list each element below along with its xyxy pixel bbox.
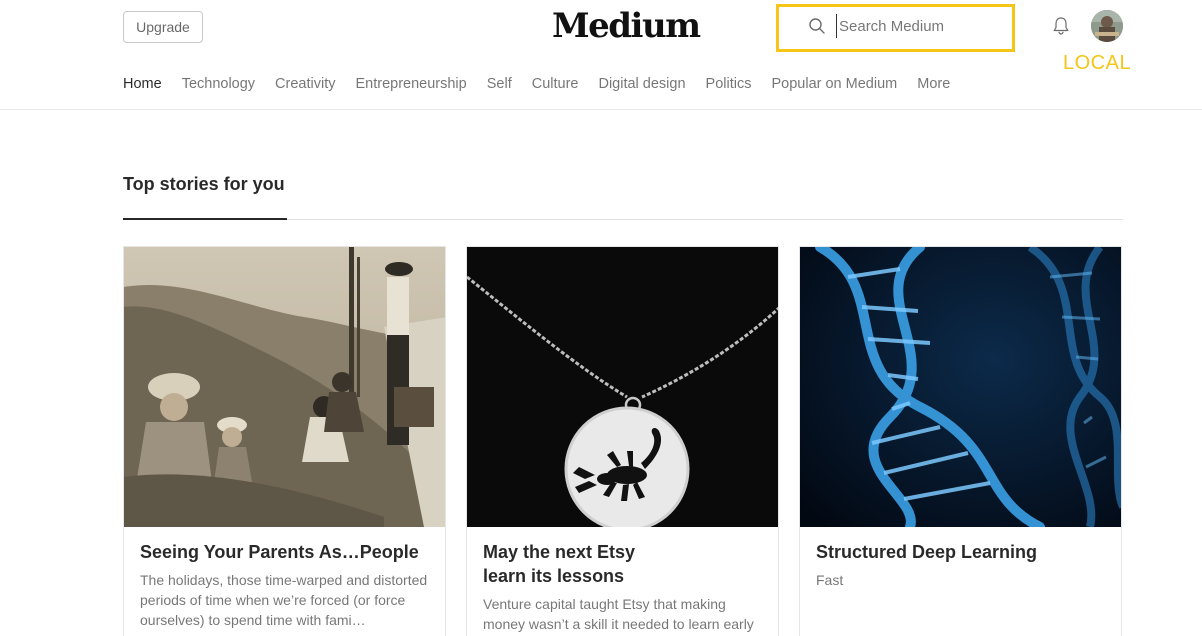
nav-item-digital-design[interactable]: Digital design: [598, 74, 685, 94]
avatar[interactable]: [1091, 10, 1123, 42]
bell-icon[interactable]: [1050, 15, 1072, 37]
nav-item-entrepreneurship[interactable]: Entrepreneurship: [355, 74, 466, 94]
story-image-vintage-family-photo[interactable]: [124, 247, 445, 527]
nav-item-technology[interactable]: Technology: [182, 74, 255, 94]
story-title[interactable]: Structured Deep Learning: [816, 540, 1105, 564]
upgrade-button[interactable]: Upgrade: [123, 11, 203, 43]
nav-item-culture[interactable]: Culture: [532, 74, 579, 94]
nav-item-self[interactable]: Self: [487, 74, 512, 94]
story-description: Venture capital taught Etsy that making …: [483, 596, 754, 632]
story-title[interactable]: Seeing Your Parents As…People: [140, 540, 429, 564]
story-card[interactable]: Seeing Your Parents As…People The holida…: [123, 246, 446, 636]
story-card[interactable]: May the next Etsy learn its lessons Vent…: [466, 246, 779, 636]
section-title-underline: [123, 218, 287, 220]
story-title[interactable]: May the next Etsy learn its lessons: [483, 540, 683, 588]
nav-item-politics[interactable]: Politics: [706, 74, 752, 94]
story-image-dna-helix[interactable]: [800, 247, 1121, 527]
section-title: Top stories for you: [123, 174, 285, 194]
nav-item-popular-on-medium[interactable]: Popular on Medium: [771, 74, 897, 94]
topic-nav: Home Technology Creativity Entrepreneurs…: [123, 74, 970, 94]
medium-logo[interactable]: Medium: [552, 4, 701, 48]
search-icon[interactable]: [808, 17, 826, 35]
nav-item-creativity[interactable]: Creativity: [275, 74, 335, 94]
story-description: The holidays, those time-warped and dist…: [140, 572, 428, 628]
site-header: Upgrade Medium LOCAL Home Technology Cre…: [0, 0, 1202, 110]
story-description: Fast: [816, 572, 844, 588]
story-card[interactable]: Structured Deep Learning Fast: [799, 246, 1122, 636]
nav-item-more[interactable]: More: [917, 74, 950, 94]
search-input[interactable]: [836, 14, 1006, 38]
story-image-scorpion-necklace[interactable]: [467, 247, 778, 527]
local-annotation-label: LOCAL: [1063, 52, 1132, 74]
nav-item-home[interactable]: Home: [123, 74, 162, 94]
